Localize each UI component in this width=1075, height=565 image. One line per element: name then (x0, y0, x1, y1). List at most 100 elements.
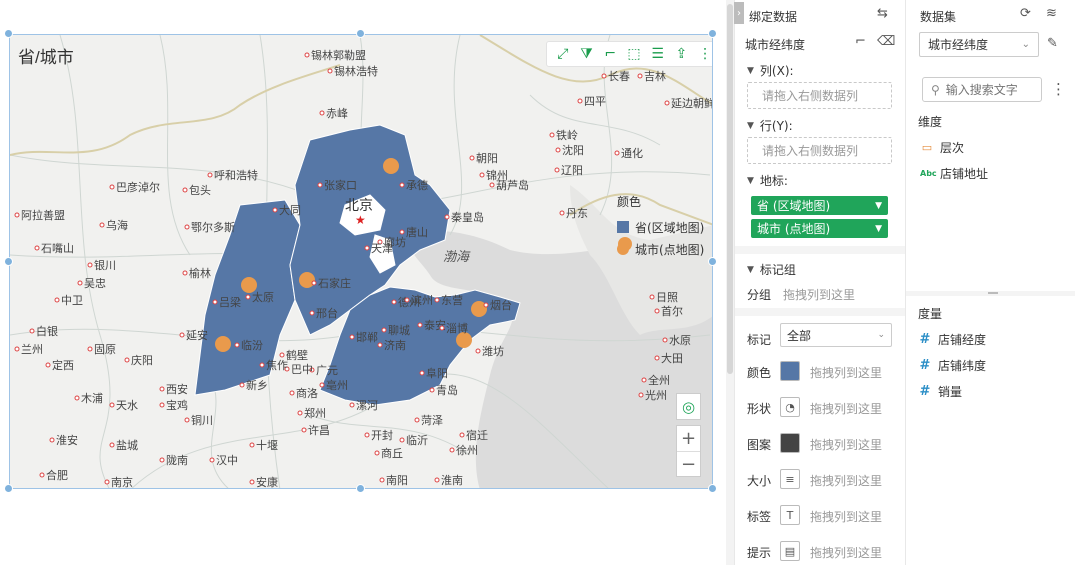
legend-item[interactable]: 省(区域地图) (617, 216, 712, 238)
scrollbar-thumb[interactable] (727, 4, 733, 374)
bind-panel-title: 绑定数据 (749, 10, 798, 24)
panel-divider (735, 246, 906, 254)
city-label: 临汾 (241, 338, 263, 352)
resize-handle[interactable] (4, 29, 13, 38)
geo-section[interactable]: ▼ 地标: (747, 172, 788, 189)
crop-icon[interactable]: ⌐ (601, 45, 619, 63)
search-input[interactable] (945, 82, 1038, 97)
refresh-icon[interactable]: ⟳ (1020, 6, 1031, 21)
city-dot (379, 477, 385, 483)
eraser-icon[interactable]: ⌫ (877, 34, 895, 49)
prop-label: 标签 (747, 510, 772, 524)
city-label: 鹤壁 (286, 348, 308, 362)
prop-drop-zone[interactable]: 拖拽列到这里 (810, 400, 882, 417)
city-dot (391, 299, 397, 305)
resize-handle[interactable] (708, 29, 717, 38)
city-label: 南阳 (386, 474, 408, 487)
dropdown-icon[interactable]: ▼ (875, 201, 882, 211)
resize-handle[interactable] (708, 257, 717, 266)
resize-handle[interactable] (4, 484, 13, 493)
list-icon[interactable]: ☰ (649, 45, 667, 63)
city-dot (239, 382, 245, 388)
city-dot (87, 346, 93, 352)
dropdown-icon[interactable]: ▼ (875, 224, 882, 234)
columns-section[interactable]: ▼ 列(X): (747, 62, 794, 79)
city-dot (614, 150, 620, 156)
edit-dataset-icon[interactable]: ✎ (1047, 36, 1058, 51)
city-label: 石嘴山 (41, 242, 74, 255)
export-icon[interactable]: ⇪ (672, 45, 690, 63)
city-dot (45, 362, 51, 368)
prop-drop-zone[interactable]: 拖拽列到这里 (810, 364, 882, 381)
city-label: 聊城 (388, 323, 410, 337)
resize-handle[interactable] (708, 484, 717, 493)
city-label: 沈阳 (562, 143, 584, 157)
prop-drop-zone[interactable]: 拖拽列到这里 (810, 436, 882, 453)
map-canvas[interactable]: ★ 北京 渤海 锡林郭勒盟锡林浩特 长春 吉林四平 延边朝鲜赤峰铁岭沈阳朝阳承德锦州辽… (10, 35, 713, 489)
map-widget[interactable]: ★ 北京 渤海 锡林郭勒盟 锡林浩特 长春 吉林 四平 延边朝鲜 赤峰 铁岭 沈阳 朝阳 承德 锦州辽… (9, 34, 713, 489)
locate-icon[interactable]: ◎ (677, 394, 700, 419)
field-item[interactable]: # 店铺纬度 (918, 357, 986, 374)
city-dot (414, 417, 420, 423)
transpose-icon[interactable]: ⌐ (855, 34, 866, 49)
city-dot (109, 442, 115, 448)
city-label: 大田 (661, 351, 683, 365)
more-icon[interactable]: ⋮ (1051, 80, 1066, 98)
city-dot (577, 98, 583, 104)
tooltip-icon[interactable]: ▤ (780, 541, 800, 561)
canvas-scrollbar[interactable] (726, 0, 734, 565)
dataset-settings-icon[interactable]: ≋ (1046, 6, 1057, 21)
geo-pill-city[interactable]: 城市 (点地图) ▼ (751, 219, 888, 238)
shape-icon[interactable]: ◔ (780, 397, 800, 417)
geo-pill-province[interactable]: 省 (区域地图) ▼ (751, 196, 888, 215)
city-dot (549, 132, 555, 138)
field-item[interactable]: # 店铺经度 (918, 331, 986, 348)
city-dot (159, 402, 165, 408)
marks-section[interactable]: ▼ 标记组 (747, 261, 796, 278)
city-label: 赤峰 (326, 107, 348, 120)
columns-drop-zone[interactable]: 请拖入右侧数据列 (747, 82, 892, 109)
field-item[interactable]: Abc 店铺地址 (920, 165, 988, 182)
prop-label: 形状 (747, 402, 772, 416)
city-dot (159, 386, 165, 392)
group-drop-zone[interactable]: 拖拽列到这里 (783, 286, 855, 303)
locate-control: ◎ (676, 393, 701, 420)
city-label: 青岛 (436, 383, 458, 397)
prop-drop-zone[interactable]: 拖拽列到这里 (810, 544, 882, 561)
dataset-select[interactable]: 城市经纬度 ⌄ (919, 32, 1039, 57)
pattern-icon[interactable]: ▨ (780, 433, 800, 453)
city-label: 潍坊 (482, 344, 504, 358)
filter-icon[interactable]: ⧩ (578, 45, 596, 63)
rows-drop-zone[interactable]: 请拖入右侧数据列 (747, 137, 892, 164)
swap-icon[interactable]: ⇆ (877, 6, 888, 21)
fullscreen-icon[interactable]: ⤢ (554, 45, 572, 63)
resize-handle[interactable] (356, 484, 365, 493)
panel-splitter[interactable] (906, 291, 1075, 296)
city-label: 汉中 (216, 454, 238, 467)
color-icon[interactable]: ■ (780, 361, 800, 381)
legend-item[interactable]: 城市(点地图) (617, 238, 712, 260)
prop-drop-zone[interactable]: 拖拽列到这里 (810, 472, 882, 489)
city-dot (74, 395, 80, 401)
city-dot (377, 342, 383, 348)
bound-dataset-name: 城市经纬度 (745, 38, 806, 52)
select-icon[interactable]: ⬚ (625, 45, 643, 63)
label-icon[interactable]: T (780, 505, 800, 525)
resize-handle[interactable] (4, 257, 13, 266)
mark-type-select[interactable]: 全部 ⌄ (780, 323, 892, 347)
size-icon[interactable]: ≡ (780, 469, 800, 489)
collapse-panel-icon[interactable]: › (734, 2, 744, 24)
more-icon[interactable]: ⋮ (696, 45, 712, 63)
field-search[interactable]: ⚲ (922, 77, 1042, 102)
field-item[interactable]: ▭ 层次 (920, 139, 964, 156)
zoom-out-icon[interactable]: − (677, 451, 700, 476)
field-item[interactable]: # 销量 (918, 383, 962, 400)
rows-section[interactable]: ▼ 行(Y): (747, 117, 793, 134)
zoom-in-icon[interactable]: + (677, 426, 700, 451)
panel-divider (735, 308, 906, 316)
city-dot (364, 432, 370, 438)
caret-down-icon: ▼ (747, 175, 754, 186)
city-dot (29, 328, 35, 334)
prop-drop-zone[interactable]: 拖拽列到这里 (810, 508, 882, 525)
resize-handle[interactable] (356, 29, 365, 38)
